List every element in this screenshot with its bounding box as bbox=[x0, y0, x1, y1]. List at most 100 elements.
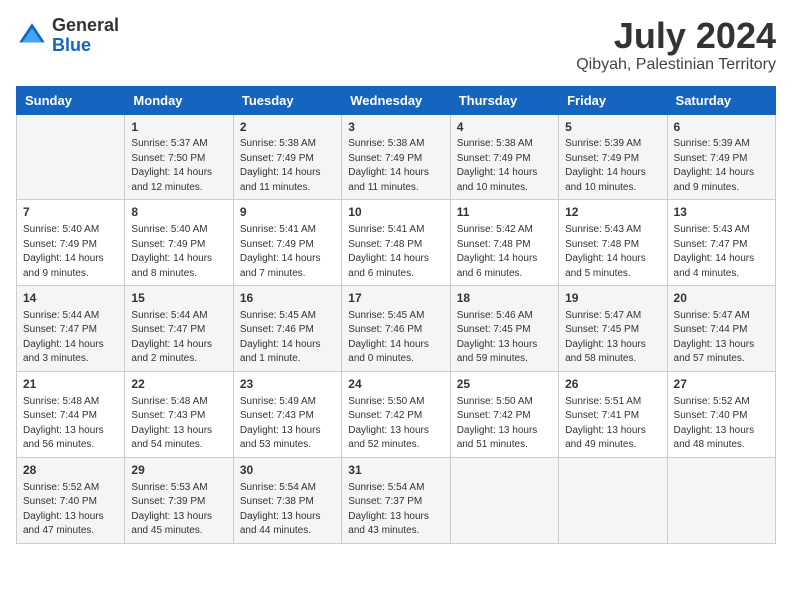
day-number: 15 bbox=[131, 290, 226, 307]
day-info: Sunrise: 5:39 AM Sunset: 7:49 PM Dayligh… bbox=[674, 137, 769, 195]
header-day-friday: Friday bbox=[559, 86, 667, 114]
page-header: General Blue July 2024 Qibyah, Palestini… bbox=[16, 16, 776, 74]
day-info: Sunrise: 5:49 AM Sunset: 7:43 PM Dayligh… bbox=[240, 395, 335, 453]
day-info: Sunrise: 5:48 AM Sunset: 7:43 PM Dayligh… bbox=[131, 395, 226, 453]
calendar-cell: 10 Sunrise: 5:41 AM Sunset: 7:48 PM Dayli… bbox=[342, 200, 450, 286]
calendar-cell: 30Sunrise: 5:54 AM Sunset: 7:38 PM Dayli… bbox=[233, 457, 341, 543]
calendar-table: SundayMondayTuesdayWednesdayThursdayFrid… bbox=[16, 86, 776, 544]
day-number: 11 bbox=[457, 204, 552, 221]
day-number: 10 bbox=[348, 204, 443, 221]
calendar-cell: 25 Sunrise: 5:50 AM Sunset: 7:42 PM Dayli… bbox=[450, 371, 558, 457]
day-number: 7 bbox=[23, 204, 118, 221]
day-info: Sunrise: 5:50 AM Sunset: 7:42 PM Dayligh… bbox=[348, 395, 443, 453]
header-day-wednesday: Wednesday bbox=[342, 86, 450, 114]
day-info: Sunrise: 5:43 AM Sunset: 7:48 PM Dayligh… bbox=[565, 223, 660, 281]
calendar-cell: 4Sunrise: 5:38 AM Sunset: 7:49 PM Daylig… bbox=[450, 114, 558, 200]
day-number: 9 bbox=[240, 204, 335, 221]
day-number: 23 bbox=[240, 376, 335, 393]
calendar-cell: 14 Sunrise: 5:44 AM Sunset: 7:47 PM Dayli… bbox=[17, 286, 125, 372]
calendar-cell: 21 Sunrise: 5:48 AM Sunset: 7:44 PM Dayli… bbox=[17, 371, 125, 457]
day-number: 27 bbox=[674, 376, 769, 393]
day-number: 30 bbox=[240, 462, 335, 479]
calendar-header: SundayMondayTuesdayWednesdayThursdayFrid… bbox=[17, 86, 776, 114]
day-info: Sunrise: 5:50 AM Sunset: 7:42 PM Dayligh… bbox=[457, 395, 552, 453]
calendar-cell: 12 Sunrise: 5:43 AM Sunset: 7:48 PM Dayli… bbox=[559, 200, 667, 286]
day-info: Sunrise: 5:38 AM Sunset: 7:49 PM Dayligh… bbox=[457, 137, 552, 195]
day-info: Sunrise: 5:37 AM Sunset: 7:50 PM Dayligh… bbox=[131, 137, 226, 195]
day-info: Sunrise: 5:38 AM Sunset: 7:49 PM Dayligh… bbox=[240, 137, 335, 195]
calendar-cell: 15Sunrise: 5:44 AM Sunset: 7:47 PM Dayli… bbox=[125, 286, 233, 372]
calendar-cell: 5Sunrise: 5:39 AM Sunset: 7:49 PM Daylig… bbox=[559, 114, 667, 200]
day-info: Sunrise: 5:38 AM Sunset: 7:49 PM Dayligh… bbox=[348, 137, 443, 195]
day-number: 1 bbox=[131, 119, 226, 136]
day-number: 5 bbox=[565, 119, 660, 136]
week-row-5: 28 Sunrise: 5:52 AM Sunset: 7:40 PM Dayli… bbox=[17, 457, 776, 543]
day-number: 16 bbox=[240, 290, 335, 307]
calendar-cell: 16 Sunrise: 5:45 AM Sunset: 7:46 PM Dayli… bbox=[233, 286, 341, 372]
day-info: Sunrise: 5:48 AM Sunset: 7:44 PM Dayligh… bbox=[23, 395, 118, 453]
day-info: Sunrise: 5:40 AM Sunset: 7:49 PM Dayligh… bbox=[23, 223, 118, 281]
header-day-sunday: Sunday bbox=[17, 86, 125, 114]
month-year: July 2024 bbox=[576, 16, 776, 56]
calendar-cell: 18 Sunrise: 5:46 AM Sunset: 7:45 PM Dayli… bbox=[450, 286, 558, 372]
calendar-cell: 26 Sunrise: 5:51 AM Sunset: 7:41 PM Dayli… bbox=[559, 371, 667, 457]
calendar-cell: 19Sunrise: 5:47 AM Sunset: 7:45 PM Dayli… bbox=[559, 286, 667, 372]
day-number: 2 bbox=[240, 119, 335, 136]
calendar-cell: 9Sunrise: 5:41 AM Sunset: 7:49 PM Daylig… bbox=[233, 200, 341, 286]
calendar-cell bbox=[17, 114, 125, 200]
week-row-3: 14 Sunrise: 5:44 AM Sunset: 7:47 PM Dayli… bbox=[17, 286, 776, 372]
calendar-cell: 3Sunrise: 5:38 AM Sunset: 7:49 PM Daylig… bbox=[342, 114, 450, 200]
day-info: Sunrise: 5:47 AM Sunset: 7:45 PM Dayligh… bbox=[565, 309, 660, 367]
day-number: 26 bbox=[565, 376, 660, 393]
calendar-cell: 22 Sunrise: 5:48 AM Sunset: 7:43 PM Dayli… bbox=[125, 371, 233, 457]
header-day-thursday: Thursday bbox=[450, 86, 558, 114]
week-row-1: 1Sunrise: 5:37 AM Sunset: 7:50 PM Daylig… bbox=[17, 114, 776, 200]
calendar-cell: 13 Sunrise: 5:43 AM Sunset: 7:47 PM Dayli… bbox=[667, 200, 775, 286]
day-number: 13 bbox=[674, 204, 769, 221]
calendar-cell: 31 Sunrise: 5:54 AM Sunset: 7:37 PM Dayli… bbox=[342, 457, 450, 543]
day-info: Sunrise: 5:43 AM Sunset: 7:47 PM Dayligh… bbox=[674, 223, 769, 281]
calendar-cell bbox=[559, 457, 667, 543]
day-info: Sunrise: 5:39 AM Sunset: 7:49 PM Dayligh… bbox=[565, 137, 660, 195]
day-info: Sunrise: 5:54 AM Sunset: 7:37 PM Dayligh… bbox=[348, 481, 443, 539]
day-number: 3 bbox=[348, 119, 443, 136]
title-block: July 2024 Qibyah, Palestinian Territory bbox=[576, 16, 776, 74]
day-info: Sunrise: 5:51 AM Sunset: 7:41 PM Dayligh… bbox=[565, 395, 660, 453]
calendar-cell: 20 Sunrise: 5:47 AM Sunset: 7:44 PM Dayli… bbox=[667, 286, 775, 372]
calendar-cell: 24 Sunrise: 5:50 AM Sunset: 7:42 PM Dayli… bbox=[342, 371, 450, 457]
day-info: Sunrise: 5:53 AM Sunset: 7:39 PM Dayligh… bbox=[131, 481, 226, 539]
day-number: 24 bbox=[348, 376, 443, 393]
calendar-cell: 27Sunrise: 5:52 AM Sunset: 7:40 PM Dayli… bbox=[667, 371, 775, 457]
day-number: 20 bbox=[674, 290, 769, 307]
day-info: Sunrise: 5:44 AM Sunset: 7:47 PM Dayligh… bbox=[23, 309, 118, 367]
day-number: 29 bbox=[131, 462, 226, 479]
day-info: Sunrise: 5:45 AM Sunset: 7:46 PM Dayligh… bbox=[348, 309, 443, 367]
calendar-cell: 1Sunrise: 5:37 AM Sunset: 7:50 PM Daylig… bbox=[125, 114, 233, 200]
calendar-cell: 2Sunrise: 5:38 AM Sunset: 7:49 PM Daylig… bbox=[233, 114, 341, 200]
day-number: 25 bbox=[457, 376, 552, 393]
day-number: 8 bbox=[131, 204, 226, 221]
day-number: 28 bbox=[23, 462, 118, 479]
day-number: 21 bbox=[23, 376, 118, 393]
day-info: Sunrise: 5:45 AM Sunset: 7:46 PM Dayligh… bbox=[240, 309, 335, 367]
day-number: 31 bbox=[348, 462, 443, 479]
location: Qibyah, Palestinian Territory bbox=[576, 56, 776, 74]
calendar-cell: 11Sunrise: 5:42 AM Sunset: 7:48 PM Dayli… bbox=[450, 200, 558, 286]
day-info: Sunrise: 5:41 AM Sunset: 7:48 PM Dayligh… bbox=[348, 223, 443, 281]
header-day-tuesday: Tuesday bbox=[233, 86, 341, 114]
day-number: 12 bbox=[565, 204, 660, 221]
day-number: 18 bbox=[457, 290, 552, 307]
day-number: 4 bbox=[457, 119, 552, 136]
day-info: Sunrise: 5:47 AM Sunset: 7:44 PM Dayligh… bbox=[674, 309, 769, 367]
calendar-cell: 28 Sunrise: 5:52 AM Sunset: 7:40 PM Dayli… bbox=[17, 457, 125, 543]
day-number: 14 bbox=[23, 290, 118, 307]
calendar-cell bbox=[450, 457, 558, 543]
day-number: 22 bbox=[131, 376, 226, 393]
day-info: Sunrise: 5:52 AM Sunset: 7:40 PM Dayligh… bbox=[23, 481, 118, 539]
header-day-monday: Monday bbox=[125, 86, 233, 114]
calendar-cell: 6Sunrise: 5:39 AM Sunset: 7:49 PM Daylig… bbox=[667, 114, 775, 200]
calendar-body: 1Sunrise: 5:37 AM Sunset: 7:50 PM Daylig… bbox=[17, 114, 776, 543]
logo: General Blue bbox=[16, 16, 119, 56]
day-number: 17 bbox=[348, 290, 443, 307]
day-info: Sunrise: 5:46 AM Sunset: 7:45 PM Dayligh… bbox=[457, 309, 552, 367]
